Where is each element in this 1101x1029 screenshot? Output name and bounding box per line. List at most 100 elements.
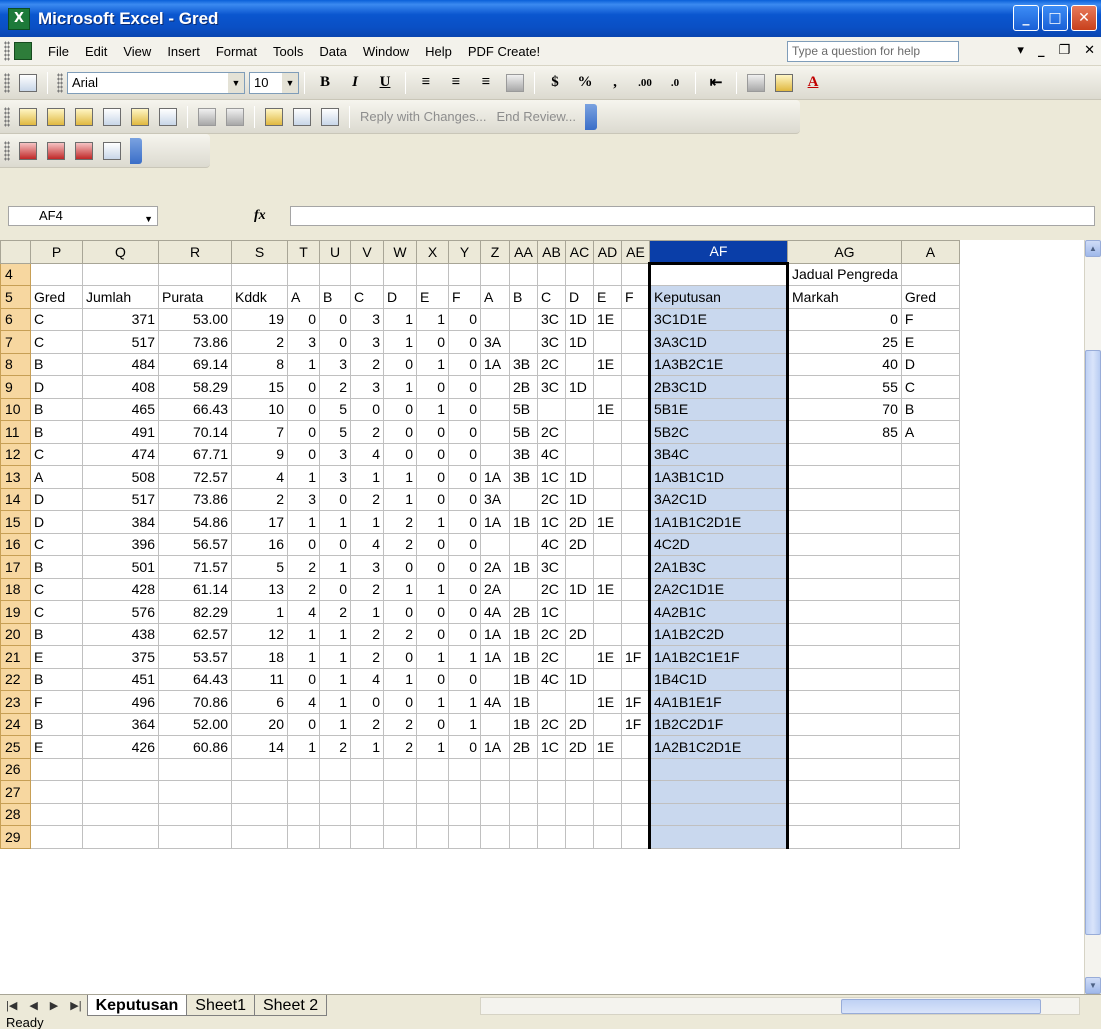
cell[interactable]: D: [383, 285, 417, 309]
cell[interactable]: 2: [287, 555, 320, 579]
cell[interactable]: 1: [383, 577, 417, 601]
pdf-email-icon[interactable]: [47, 141, 65, 160]
font-color-icon[interactable]: A: [799, 70, 827, 96]
cell[interactable]: 1: [319, 510, 351, 534]
cell[interactable]: 0: [287, 532, 320, 556]
cell[interactable]: 0: [383, 420, 417, 444]
cell[interactable]: Purata: [158, 285, 232, 309]
cell[interactable]: 0: [448, 487, 481, 511]
cell[interactable]: [621, 307, 650, 331]
cell[interactable]: D: [30, 487, 83, 511]
cell[interactable]: 0: [448, 622, 481, 646]
cell[interactable]: [900, 600, 960, 624]
menu-file[interactable]: File: [40, 44, 77, 59]
cell[interactable]: 15: [231, 375, 288, 399]
cell[interactable]: 4: [287, 600, 320, 624]
cell[interactable]: [448, 262, 481, 286]
cell[interactable]: 4A: [480, 600, 510, 624]
cell[interactable]: C: [537, 285, 566, 309]
cell[interactable]: [593, 712, 622, 736]
cell[interactable]: 1B: [509, 622, 538, 646]
next-sheet-icon[interactable]: ▶: [44, 999, 64, 1012]
cell[interactable]: 0: [383, 600, 417, 624]
cell[interactable]: 0: [319, 577, 351, 601]
sheet-tab-sheet1[interactable]: Sheet1: [186, 995, 255, 1016]
cell[interactable]: 1A: [480, 352, 510, 376]
cell[interactable]: [621, 532, 650, 556]
sheet-tab-keputusan[interactable]: Keputusan: [86, 995, 188, 1016]
cell[interactable]: 0: [448, 375, 481, 399]
cell[interactable]: 0: [287, 667, 320, 691]
cell[interactable]: 2: [350, 622, 384, 646]
cell[interactable]: 1B: [509, 690, 538, 714]
cell[interactable]: [448, 802, 481, 826]
cell[interactable]: [593, 442, 622, 466]
cell[interactable]: 4: [350, 532, 384, 556]
row-header[interactable]: 7: [0, 330, 31, 354]
cell[interactable]: [158, 802, 232, 826]
cell[interactable]: [787, 532, 902, 556]
toolbar-options-icon[interactable]: [130, 137, 142, 164]
cell[interactable]: B: [30, 622, 83, 646]
cell[interactable]: 2D: [565, 735, 594, 759]
cell[interactable]: D: [30, 375, 83, 399]
cell[interactable]: 3: [350, 555, 384, 579]
track-changes-icon[interactable]: [198, 107, 216, 126]
cell[interactable]: 1: [416, 307, 449, 331]
cell[interactable]: [900, 712, 960, 736]
cell[interactable]: [900, 510, 960, 534]
cell[interactable]: 1: [287, 735, 320, 759]
workbook-restore-button[interactable]: ❐: [1058, 43, 1070, 58]
cell[interactable]: 1A: [480, 645, 510, 669]
cell[interactable]: [621, 667, 650, 691]
cell[interactable]: [593, 465, 622, 489]
cell[interactable]: 4C: [537, 442, 566, 466]
cell[interactable]: 4C2D: [648, 532, 789, 556]
cell[interactable]: B: [30, 352, 83, 376]
cell[interactable]: 517: [82, 487, 159, 511]
save-icon[interactable]: [19, 73, 37, 92]
cell[interactable]: [537, 397, 566, 421]
cell[interactable]: [287, 262, 320, 286]
cell[interactable]: 1A: [480, 510, 510, 534]
cell[interactable]: 73.86: [158, 487, 232, 511]
cell[interactable]: 1F: [621, 712, 650, 736]
cell[interactable]: B: [30, 420, 83, 444]
cell[interactable]: 0: [448, 577, 481, 601]
cell[interactable]: [787, 645, 902, 669]
cell[interactable]: D: [900, 352, 960, 376]
cell[interactable]: [448, 757, 481, 781]
cell[interactable]: 1: [383, 375, 417, 399]
row-header[interactable]: 27: [0, 780, 31, 804]
cell[interactable]: [621, 780, 650, 804]
cell[interactable]: 3B: [509, 442, 538, 466]
cell[interactable]: 2: [350, 645, 384, 669]
cell[interactable]: 1: [287, 510, 320, 534]
cell[interactable]: 2C: [537, 712, 566, 736]
minimize-button[interactable]: _: [1013, 5, 1039, 31]
cell[interactable]: 0: [416, 487, 449, 511]
cell[interactable]: 1D: [565, 577, 594, 601]
cell[interactable]: 1: [287, 622, 320, 646]
cell[interactable]: 2: [319, 735, 351, 759]
vertical-scrollbar[interactable]: ▲ ▼: [1084, 240, 1101, 994]
cell[interactable]: 54.86: [158, 510, 232, 534]
cell[interactable]: [30, 802, 83, 826]
new-comment-icon[interactable]: [19, 107, 37, 126]
cell[interactable]: 3: [287, 487, 320, 511]
column-header[interactable]: AC: [565, 240, 594, 264]
cell[interactable]: [350, 757, 384, 781]
cell[interactable]: 52.00: [158, 712, 232, 736]
close-button[interactable]: ✕: [1071, 5, 1097, 31]
cell[interactable]: 0: [287, 307, 320, 331]
cell[interactable]: [593, 330, 622, 354]
cell[interactable]: [593, 802, 622, 826]
cell[interactable]: [565, 397, 594, 421]
cell[interactable]: 1: [350, 600, 384, 624]
end-review-button[interactable]: End Review...: [491, 109, 581, 124]
cell[interactable]: 0: [416, 442, 449, 466]
cell[interactable]: 3: [350, 330, 384, 354]
cell[interactable]: [593, 667, 622, 691]
cell[interactable]: [287, 757, 320, 781]
cell[interactable]: 4C: [537, 532, 566, 556]
